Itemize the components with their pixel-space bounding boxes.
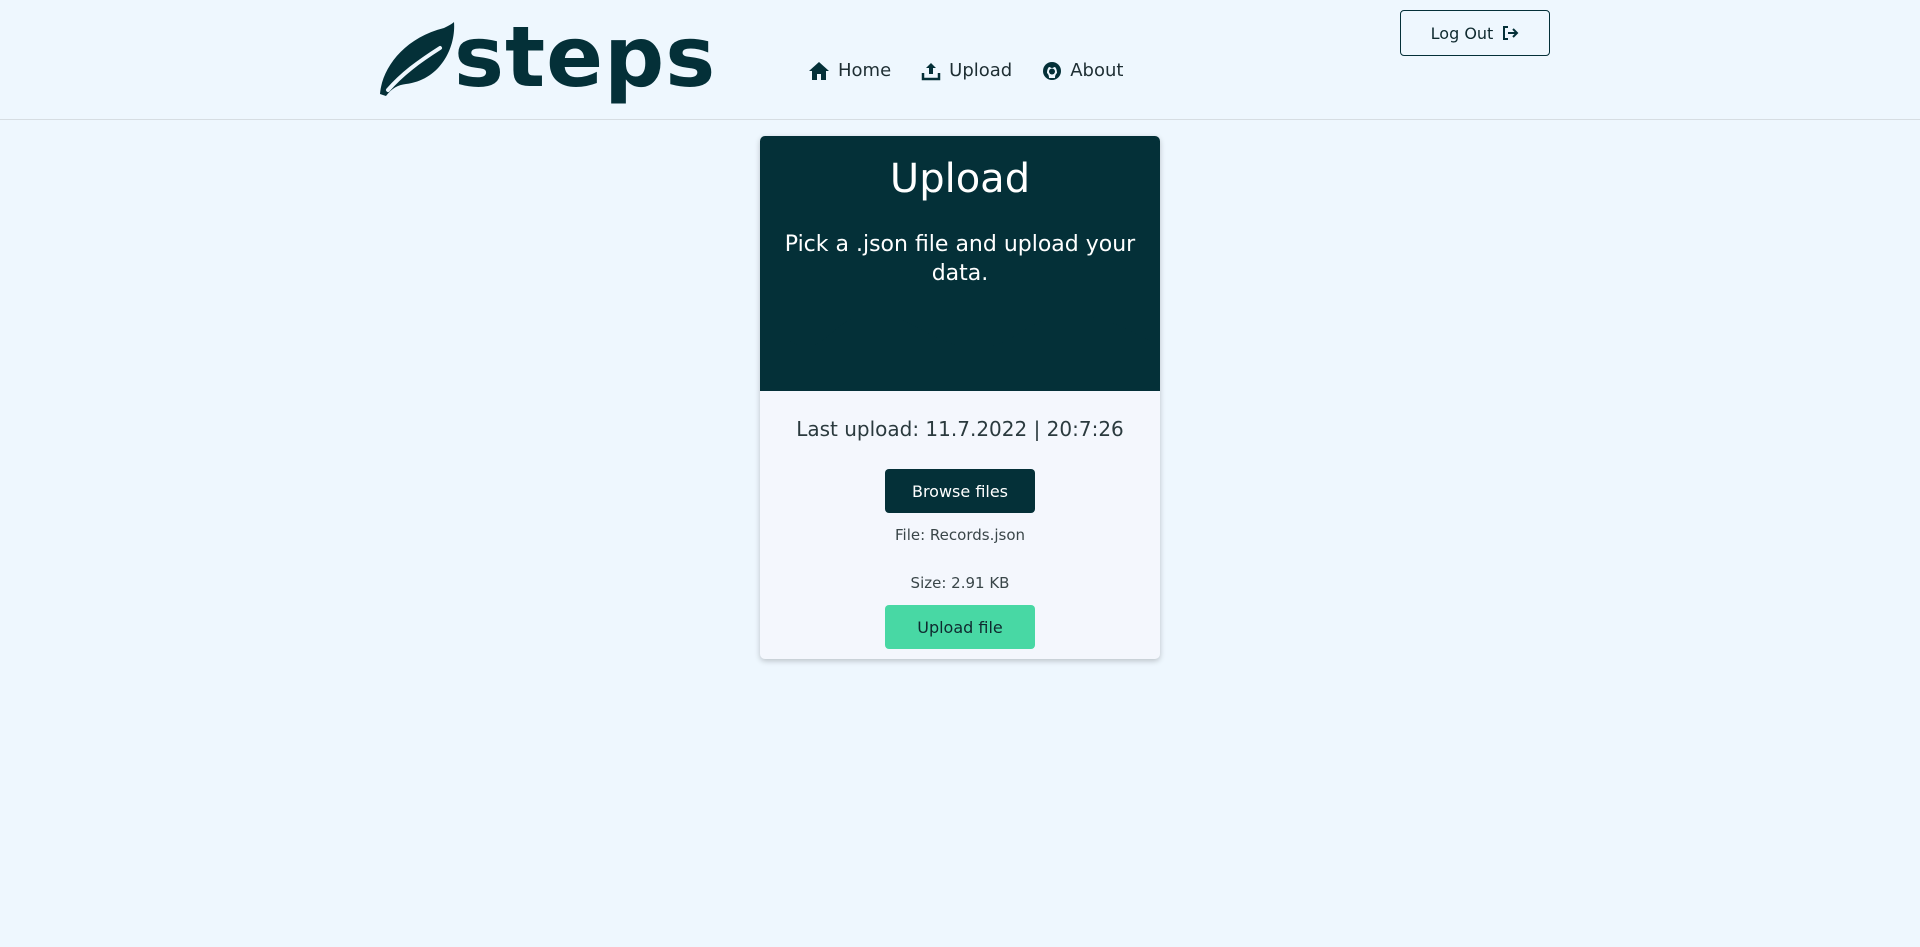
- upload-file-button[interactable]: Upload file: [885, 605, 1035, 649]
- card-title: Upload: [889, 156, 1031, 202]
- last-upload-text: Last upload: 11.7.2022 | 20:7:26: [796, 417, 1124, 441]
- logout-button[interactable]: Log Out: [1400, 10, 1550, 56]
- selected-file-size: Size: 2.91 KB: [910, 574, 1010, 592]
- logout-label: Log Out: [1430, 23, 1494, 43]
- card-subtitle: Pick a .json file and upload your data.: [784, 232, 1136, 286]
- nav-upload-label: Upload: [949, 60, 1013, 81]
- nav-home-label: Home: [838, 60, 892, 81]
- browse-files-button[interactable]: Browse files: [885, 469, 1035, 513]
- upload-card: Upload Pick a .json file and upload your…: [760, 136, 1160, 659]
- nav-item-home[interactable]: Home: [808, 60, 891, 81]
- logo-wordmark: steps: [454, 8, 717, 106]
- github-icon: [1043, 61, 1062, 80]
- main-nav: Home Upload About: [808, 60, 1123, 81]
- upload-icon: [921, 62, 941, 80]
- sign-out-icon: [1503, 26, 1519, 40]
- card-wave-decoration: [760, 311, 1160, 348]
- top-navbar: steps Home Upload About Log Out: [0, 0, 1920, 120]
- leaf-logo-icon: [380, 22, 455, 96]
- nav-about-label: About: [1070, 60, 1124, 81]
- selected-file-name: File: Records.json: [895, 526, 1025, 544]
- steps-logo[interactable]: steps: [374, 8, 717, 106]
- nav-item-about[interactable]: About: [1042, 60, 1123, 81]
- home-icon: [809, 61, 829, 80]
- nav-item-upload[interactable]: Upload: [921, 60, 1012, 81]
